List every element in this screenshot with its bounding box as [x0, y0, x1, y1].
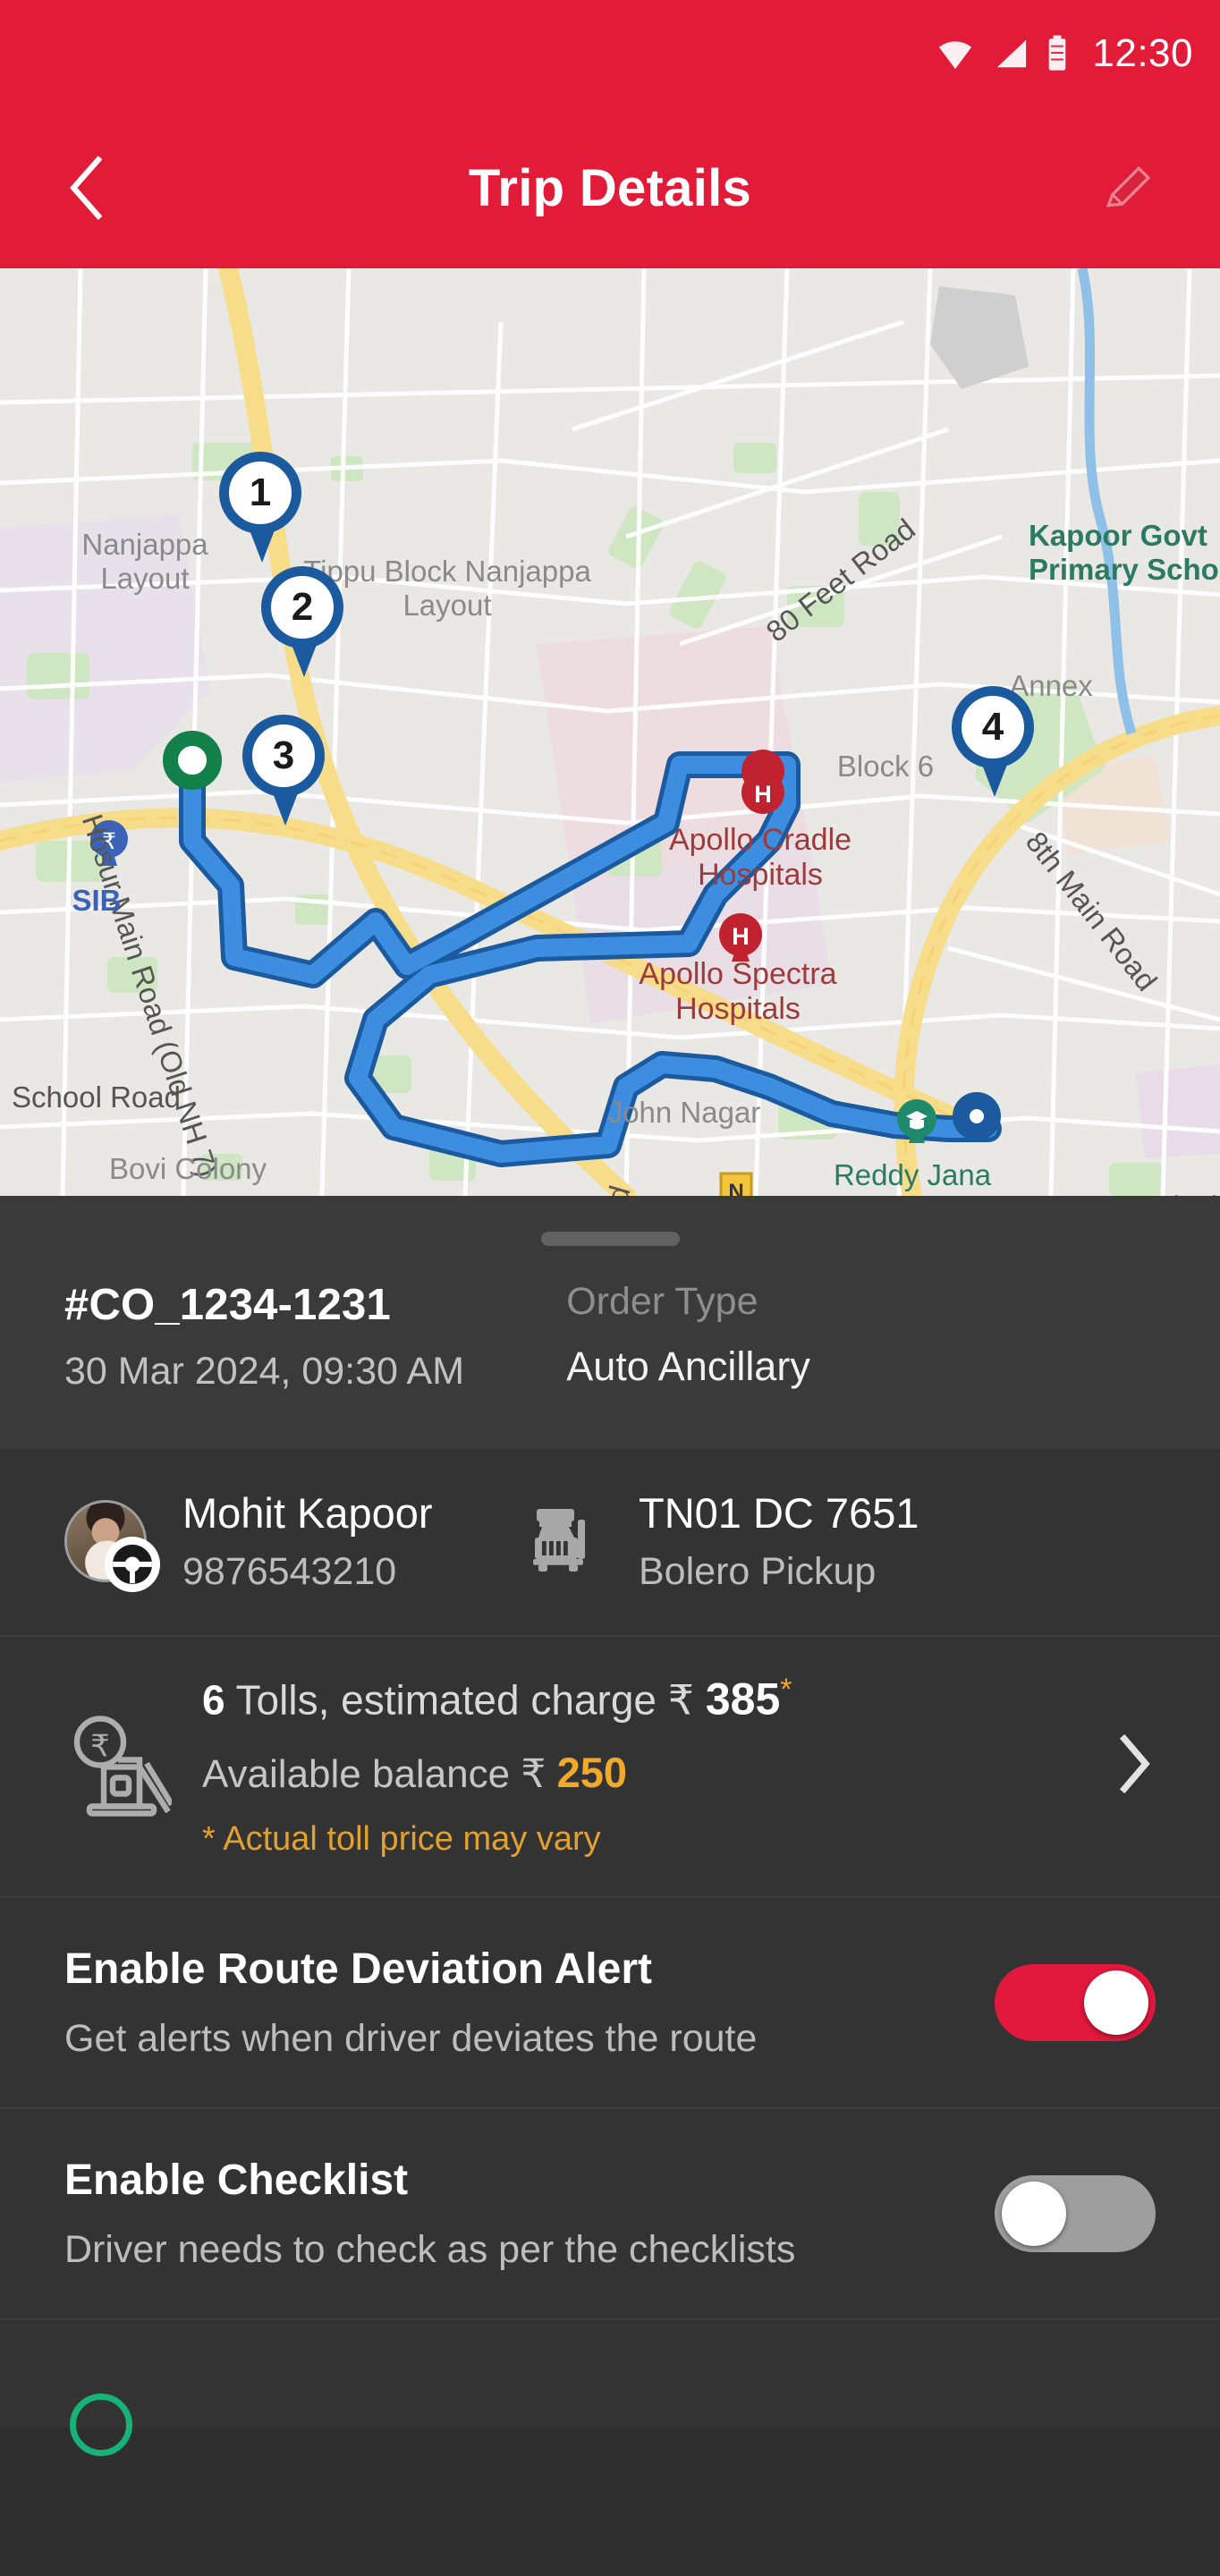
- driver-text-block: Mohit Kapoor 9876543210: [182, 1488, 504, 1594]
- toll-details-chevron[interactable]: [1114, 1733, 1156, 1799]
- toll-booth-icon: ₹: [64, 1707, 174, 1824]
- route-start-marker[interactable]: [163, 731, 222, 790]
- pickup-truck-icon: [522, 1498, 605, 1585]
- toll-count-suffix: Tolls, estimated charge: [225, 1676, 668, 1724]
- toll-text-block: 6 Tolls, estimated charge ₹ 385* Availab…: [202, 1673, 1097, 1859]
- order-id: #CO_1234-1231: [64, 1281, 391, 1329]
- order-type-value: Auto Ancillary: [566, 1343, 810, 1389]
- toll-currency: ₹: [667, 1676, 695, 1724]
- route-map[interactable]: H H ₹ N Nanjappa Layout Tippu Block Nanj…: [0, 268, 1220, 1196]
- toll-balance-amount: 250: [556, 1749, 627, 1797]
- sheet-drag-handle-area[interactable]: [0, 1196, 1220, 1246]
- route-deviation-title: Enable Route Deviation Alert: [64, 1945, 652, 1994]
- route-deviation-text-block: Enable Route Deviation Alert Get alerts …: [64, 1945, 995, 2061]
- toggle-knob: [1084, 1970, 1148, 2036]
- route-deviation-subtitle: Get alerts when driver deviates the rout…: [64, 2017, 758, 2061]
- toll-count: 6: [202, 1676, 225, 1724]
- toll-balance-label: Available balance: [202, 1752, 521, 1797]
- toll-balance-currency: ₹: [521, 1752, 546, 1797]
- toggle-knob: [1002, 2182, 1066, 2247]
- svg-text:H: H: [732, 923, 750, 950]
- enable-checklist-text-block: Enable Checklist Driver needs to check a…: [64, 2156, 995, 2272]
- wifi-icon: [939, 41, 972, 70]
- status-bar: 12:30: [0, 0, 1220, 107]
- steering-wheel-icon: [105, 1537, 160, 1592]
- enable-checklist-row[interactable]: Enable Checklist Driver needs to check a…: [0, 2109, 1220, 2321]
- vehicle-text-block: TN01 DC 7651 Bolero Pickup: [639, 1488, 919, 1594]
- page-title: Trip Details: [468, 158, 752, 217]
- toll-amount: 385: [705, 1674, 781, 1724]
- sheet-drag-handle[interactable]: [540, 1232, 680, 1246]
- svg-text:N: N: [728, 1180, 743, 1196]
- toll-asterisk: *: [780, 1673, 792, 1707]
- driver-phone[interactable]: 9876543210: [182, 1550, 504, 1594]
- toll-estimate-line: 6 Tolls, estimated charge ₹ 385*: [202, 1673, 1097, 1724]
- order-summary-section: #CO_1234-1231 30 Mar 2024, 09:30 AM Orde…: [0, 1246, 1220, 1447]
- order-datetime: 30 Mar 2024, 09:30 AM: [64, 1350, 465, 1393]
- app-header: Trip Details: [0, 107, 1220, 268]
- route-deviation-toggle[interactable]: [995, 1964, 1156, 2042]
- pencil-icon: [1106, 165, 1151, 208]
- driver-avatar[interactable]: [64, 1500, 160, 1592]
- route-shield-marker: N: [719, 1172, 753, 1196]
- route-deviation-alert-row[interactable]: Enable Route Deviation Alert Get alerts …: [0, 1898, 1220, 2110]
- signal-icon: [997, 39, 1027, 68]
- svg-text:H: H: [754, 781, 772, 808]
- order-type-label: Order Type: [566, 1280, 758, 1323]
- enable-checklist-subtitle: Driver needs to check as per the checkli…: [64, 2228, 796, 2272]
- enable-checklist-title: Enable Checklist: [64, 2157, 409, 2205]
- driver-vehicle-section[interactable]: Mohit Kapoor 9876543210 TN01 DC 7651 Bol…: [0, 1447, 1220, 1635]
- order-left-column: #CO_1234-1231 30 Mar 2024, 09:30 AM: [64, 1280, 566, 1394]
- chevron-left-icon: [70, 156, 103, 220]
- order-right-column: Order Type Auto Ancillary: [566, 1280, 1156, 1394]
- enable-checklist-toggle[interactable]: [995, 2175, 1156, 2253]
- timeline-section-peek: [0, 2320, 1220, 2457]
- toll-disclaimer: * Actual toll price may vary: [202, 1820, 601, 1859]
- green-location-ring-icon: [70, 2394, 132, 2457]
- battery-icon: [1049, 35, 1066, 71]
- chevron-right-icon: [1119, 1733, 1150, 1793]
- trip-details-sheet: #CO_1234-1231 30 Mar 2024, 09:30 AM Orde…: [0, 1196, 1220, 2457]
- toll-summary-row[interactable]: ₹ 6 Tolls, estimated charge ₹ 385* Avail…: [0, 1635, 1220, 1899]
- status-bar-clock: 12:30: [1092, 31, 1193, 75]
- edit-trip-button[interactable]: [1093, 152, 1165, 224]
- svg-text:₹: ₹: [102, 828, 116, 854]
- vehicle-plate: TN01 DC 7651: [639, 1489, 919, 1537]
- toll-balance-line: Available balance ₹ 250: [202, 1748, 1097, 1797]
- svg-text:₹: ₹: [90, 1729, 110, 1765]
- driver-name: Mohit Kapoor: [182, 1489, 433, 1537]
- route-end-marker[interactable]: [953, 1092, 1001, 1140]
- back-button[interactable]: [55, 148, 118, 228]
- vehicle-model: Bolero Pickup: [639, 1550, 877, 1593]
